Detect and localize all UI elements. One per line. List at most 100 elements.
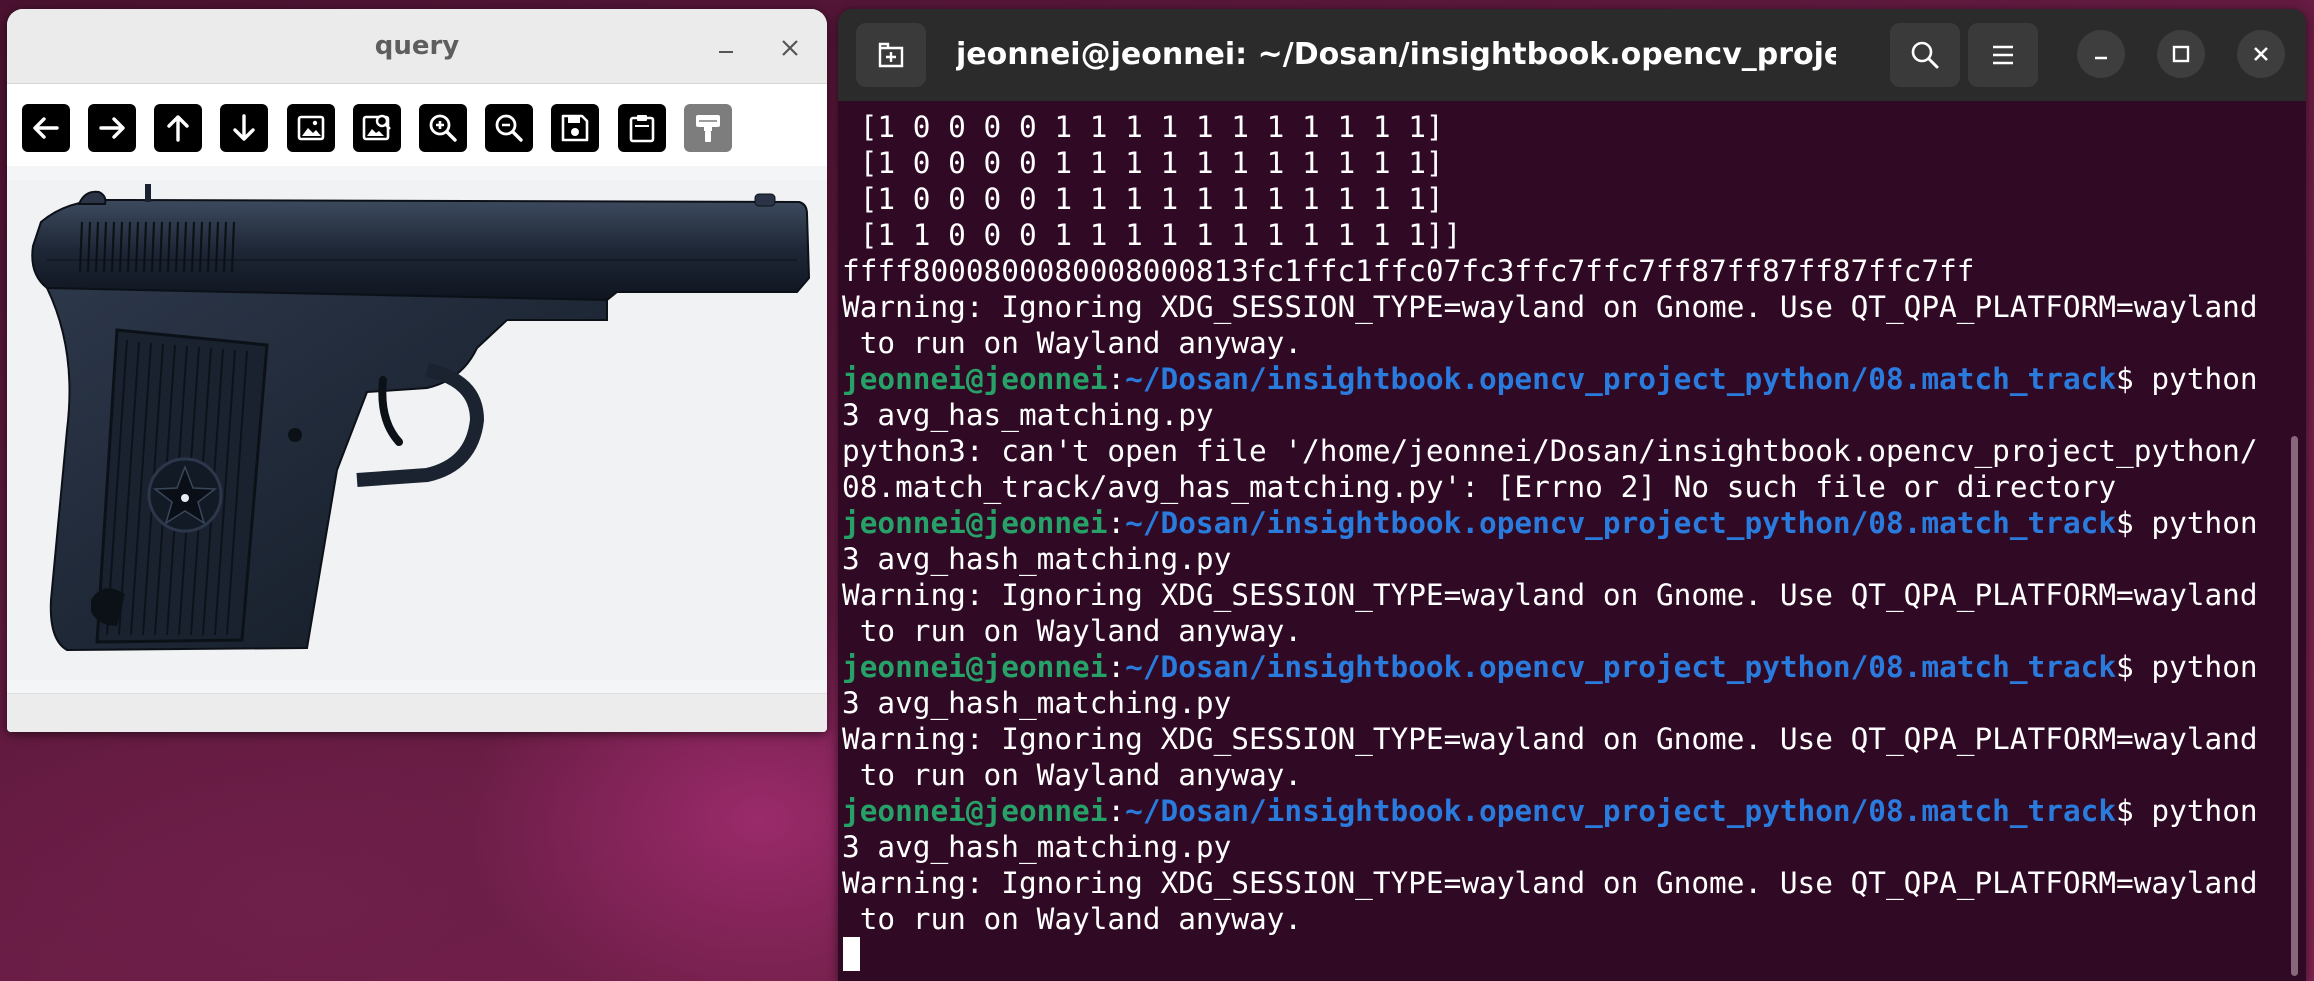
output-line: 3 avg_has_matching.py [842,397,2292,433]
zoom-out-icon [495,114,523,142]
output-text: 3 avg_hash_matching.py [842,686,1232,720]
prompt-user: jeonnei@jeonnei [842,650,1108,684]
output-text: to run on Wayland anyway. [842,326,1303,360]
hamburger-menu-icon [1993,45,2013,65]
prompt-user: jeonnei@jeonnei [842,362,1108,396]
scrollbar[interactable] [2291,436,2298,976]
output-text: 08.match_track/avg_has_matching.py': [Er… [842,470,2117,504]
new-tab-icon [878,42,904,68]
prompt-symbol: $ [2116,506,2134,540]
pan-up-button[interactable] [154,104,202,152]
input-line [842,937,2292,973]
output-text: Warning: Ignoring XDG_SESSION_TYPE=wayla… [842,866,2258,900]
output-text: 3 avg_hash_matching.py [842,830,1232,864]
prompt-line: jeonnei@jeonnei:~/Dosan/insightbook.open… [842,505,2292,541]
window-title: jeonnei@jeonnei: ~/Dosan/insightbook.ope… [956,37,1836,72]
output-line: [1 1 0 0 0 1 1 1 1 1 1 1 1 1 1 1]] [842,217,2292,253]
minimize-icon [2095,56,2107,60]
pan-right-button[interactable] [88,104,136,152]
search-button[interactable] [1890,23,1960,87]
query-window: query [7,9,827,732]
close-icon [2254,47,2268,61]
image-toolbar [7,84,827,164]
output-line: [1 0 0 0 0 1 1 1 1 1 1 1 1 1 1 1] [842,145,2292,181]
minimize-button[interactable] [709,31,743,65]
prompt-colon: : [1107,506,1126,540]
output-line: to run on Wayland anyway. [842,325,2292,361]
zoom-out-button[interactable] [485,104,533,152]
output-line: 3 avg_hash_matching.py [842,829,2292,865]
query-titlebar[interactable]: query [7,9,827,84]
output-text: [1 1 0 0 0 1 1 1 1 1 1 1 1 1 1 1]] [842,218,1462,252]
prompt-path: ~/Dosan/insightbook.opencv_project_pytho… [1125,362,2117,396]
paint-roller-icon [696,115,720,142]
prompt-line: jeonnei@jeonnei:~/Dosan/insightbook.open… [842,649,2292,685]
prompt-user: jeonnei@jeonnei [842,794,1108,828]
terminal-output[interactable]: [1 0 0 0 0 1 1 1 1 1 1 1 1 1 1 1] [1 0 0… [838,101,2306,981]
prompt-user: jeonnei@jeonnei [842,506,1108,540]
close-button[interactable] [2237,30,2285,78]
output-text: to run on Wayland anyway. [842,758,1303,792]
minimize-button[interactable] [2077,30,2125,78]
minimize-icon [719,51,733,53]
output-line: Warning: Ignoring XDG_SESSION_TYPE=wayla… [842,865,2292,901]
output-text: to run on Wayland anyway. [842,902,1303,936]
output-line: Warning: Ignoring XDG_SESSION_TYPE=wayla… [842,577,2292,613]
search-icon [1911,41,1939,69]
output-text: [1 0 0 0 0 1 1 1 1 1 1 1 1 1 1 1] [842,110,1444,144]
output-line: 08.match_track/avg_has_matching.py': [Er… [842,469,2292,505]
output-text: to run on Wayland anyway. [842,614,1303,648]
prompt-line: jeonnei@jeonnei:~/Dosan/insightbook.open… [842,793,2292,829]
output-text: [1 0 0 0 0 1 1 1 1 1 1 1 1 1 1 1] [842,146,1444,180]
prompt-path: ~/Dosan/insightbook.opencv_project_pytho… [1125,794,2117,828]
expand-button[interactable] [684,104,732,152]
image-viewport[interactable] [7,166,827,693]
prompt-symbol: $ [2116,362,2134,396]
output-line: python3: can't open file '/home/jeonnei/… [842,433,2292,469]
command-text: python [2133,650,2258,684]
arrow-up-icon [167,115,189,142]
menu-button[interactable] [1968,23,2038,87]
output-text: Warning: Ignoring XDG_SESSION_TYPE=wayla… [842,290,2258,324]
command-text: python [2133,794,2258,828]
zoom-original-button[interactable] [287,104,335,152]
prompt-colon: : [1107,794,1126,828]
close-button[interactable] [773,31,807,65]
window-title: query [374,31,460,61]
pan-left-button[interactable] [22,104,70,152]
arrow-right-icon [99,117,125,139]
prompt-colon: : [1107,362,1126,396]
output-line: Warning: Ignoring XDG_SESSION_TYPE=wayla… [842,289,2292,325]
zoom-in-button[interactable] [419,104,467,152]
image-canvas [7,180,827,680]
save-icon [561,114,589,142]
new-tab-button[interactable] [856,23,926,87]
text-cursor[interactable] [843,937,860,971]
output-text: [1 0 0 0 0 1 1 1 1 1 1 1 1 1 1 1] [842,182,1444,216]
output-line: 3 avg_hash_matching.py [842,685,2292,721]
status-bar [7,693,827,732]
output-line: to run on Wayland anyway. [842,901,2292,937]
zoom-fit-button[interactable] [353,104,401,152]
pan-down-button[interactable] [220,104,268,152]
output-text: Warning: Ignoring XDG_SESSION_TYPE=wayla… [842,722,2258,756]
zoom-in-icon [429,114,457,142]
pistol-image [31,184,811,652]
output-line: to run on Wayland anyway. [842,757,2292,793]
terminal-window: jeonnei@jeonnei: ~/Dosan/insightbook.ope… [838,9,2306,981]
output-text: python3: can't open file '/home/jeonnei/… [842,434,2258,468]
close-icon [782,40,798,56]
output-text: Warning: Ignoring XDG_SESSION_TYPE=wayla… [842,578,2258,612]
maximize-button[interactable] [2157,30,2205,78]
prompt-symbol: $ [2116,650,2134,684]
output-line: Warning: Ignoring XDG_SESSION_TYPE=wayla… [842,721,2292,757]
properties-button[interactable] [618,104,666,152]
prompt-path: ~/Dosan/insightbook.opencv_project_pytho… [1125,650,2117,684]
terminal-headerbar[interactable]: jeonnei@jeonnei: ~/Dosan/insightbook.ope… [838,9,2306,101]
output-text: 3 avg_hash_matching.py [842,542,1232,576]
image-icon [297,115,325,141]
command-text: python [2133,362,2258,396]
save-button[interactable] [551,104,599,152]
prompt-path: ~/Dosan/insightbook.opencv_project_pytho… [1125,506,2117,540]
prompt-symbol: $ [2116,794,2134,828]
